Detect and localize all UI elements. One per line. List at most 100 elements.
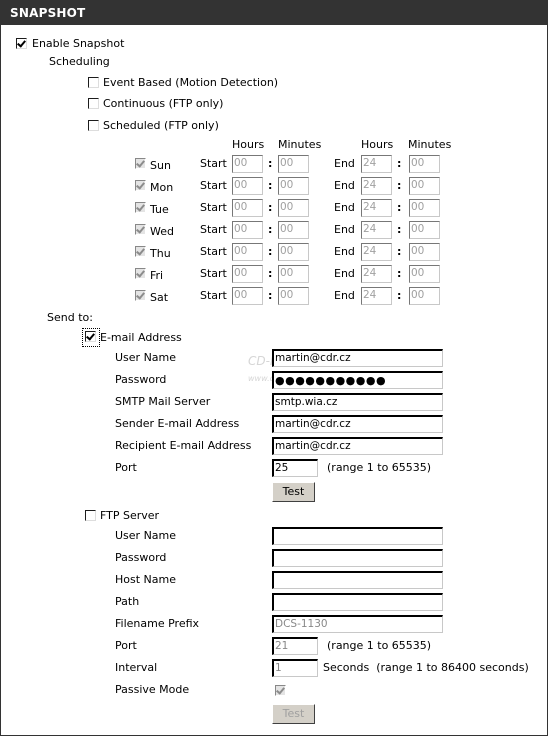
day-checkbox[interactable] — [135, 246, 146, 257]
ftp-interval-label: Interval — [115, 661, 158, 674]
email-port-input[interactable]: 25 — [272, 459, 318, 477]
ftp-port-hint: (range 1 to 65535) — [327, 639, 432, 652]
end-label: End — [334, 157, 355, 170]
ftp-passive-checkbox[interactable] — [275, 685, 286, 696]
ftp-port-label: Port — [115, 639, 137, 652]
end-hour-input[interactable]: 24 — [361, 265, 392, 283]
start-label: Start — [200, 201, 227, 214]
end-hour-input[interactable]: 24 — [361, 243, 392, 261]
day-checkbox[interactable] — [135, 180, 146, 191]
start-hour-input[interactable]: 00 — [232, 177, 263, 195]
smtp-server-input[interactable]: smtp.wia.cz — [272, 393, 443, 411]
end-hour-input[interactable]: 24 — [361, 287, 392, 305]
time-separator: : — [397, 179, 402, 192]
email-password-label: Password — [115, 373, 167, 386]
ftp-host-input[interactable] — [272, 571, 443, 589]
day-checkbox[interactable] — [135, 158, 146, 169]
email-username-label: User Name — [115, 351, 177, 364]
email-checkbox[interactable] — [85, 331, 96, 342]
time-separator: : — [397, 157, 402, 170]
end-minute-input[interactable]: 00 — [409, 265, 440, 283]
ftp-path-label: Path — [115, 595, 140, 608]
start-hours-header: Hours — [232, 138, 265, 151]
start-minute-input[interactable]: 00 — [278, 199, 309, 217]
start-label: Start — [200, 245, 227, 258]
ftp-test-button[interactable]: Test — [272, 704, 315, 724]
start-minute-input[interactable]: 00 — [278, 177, 309, 195]
scheduling-label: Scheduling — [49, 55, 110, 68]
time-separator: : — [268, 179, 273, 192]
email-label: E-mail Address — [100, 331, 182, 344]
end-label: End — [334, 223, 355, 236]
end-minute-input[interactable]: 00 — [409, 221, 440, 239]
ftp-label: FTP Server — [100, 509, 160, 522]
day-label: Tue — [150, 203, 169, 216]
start-hour-input[interactable]: 00 — [232, 155, 263, 173]
smtp-server-label: SMTP Mail Server — [115, 395, 211, 408]
start-label: Start — [200, 179, 227, 192]
end-minute-input[interactable]: 00 — [409, 177, 440, 195]
email-test-button[interactable]: Test — [272, 482, 315, 502]
end-label: End — [334, 201, 355, 214]
start-hour-input[interactable]: 00 — [232, 221, 263, 239]
time-separator: : — [397, 223, 402, 236]
ftp-path-input[interactable] — [272, 593, 443, 611]
continuous-checkbox[interactable] — [88, 98, 99, 109]
start-minute-input[interactable]: 00 — [278, 243, 309, 261]
day-label: Thu — [150, 247, 171, 260]
email-password-input[interactable]: ●●●●●●●●●●● — [272, 371, 443, 389]
scheduled-label: Scheduled (FTP only) — [103, 119, 219, 132]
start-minute-input[interactable]: 00 — [278, 155, 309, 173]
start-hour-input[interactable]: 00 — [232, 243, 263, 261]
time-separator: : — [268, 267, 273, 280]
email-username-input[interactable]: martin@cdr.cz — [272, 349, 443, 367]
day-label: Wed — [150, 225, 174, 238]
end-hour-input[interactable]: 24 — [361, 221, 392, 239]
day-checkbox[interactable] — [135, 268, 146, 279]
ftp-username-input[interactable] — [272, 527, 443, 545]
event-based-label: Event Based (Motion Detection) — [103, 76, 279, 89]
ftp-interval-input[interactable]: 1 — [272, 659, 318, 677]
end-minute-input[interactable]: 00 — [409, 199, 440, 217]
scheduled-checkbox[interactable] — [88, 120, 99, 131]
sender-email-input[interactable]: martin@cdr.cz — [272, 415, 443, 433]
enable-snapshot-checkbox[interactable] — [16, 38, 27, 49]
day-checkbox[interactable] — [135, 224, 146, 235]
send-to-label: Send to: — [47, 311, 93, 324]
day-label: Sat — [150, 291, 169, 304]
end-label: End — [334, 245, 355, 258]
start-minute-input[interactable]: 00 — [278, 221, 309, 239]
ftp-host-label: Host Name — [115, 573, 176, 586]
ftp-port-input[interactable]: 21 — [272, 637, 318, 655]
continuous-label: Continuous (FTP only) — [103, 97, 224, 110]
end-minute-input[interactable]: 00 — [409, 243, 440, 261]
start-hour-input[interactable]: 00 — [232, 199, 263, 217]
email-port-label: Port — [115, 461, 137, 474]
ftp-prefix-input[interactable]: DCS-1130 — [272, 615, 443, 633]
section-header: SNAPSHOT — [0, 0, 548, 25]
recipient-email-input[interactable]: martin@cdr.cz — [272, 437, 443, 455]
start-minute-input[interactable]: 00 — [278, 265, 309, 283]
ftp-prefix-label: Filename Prefix — [115, 617, 200, 630]
start-label: Start — [200, 223, 227, 236]
time-separator: : — [397, 201, 402, 214]
day-label: Mon — [150, 181, 174, 194]
start-hour-input[interactable]: 00 — [232, 265, 263, 283]
start-hour-input[interactable]: 00 — [232, 287, 263, 305]
end-hour-input[interactable]: 24 — [361, 155, 392, 173]
start-minute-input[interactable]: 00 — [278, 287, 309, 305]
sender-email-label: Sender E-mail Address — [115, 417, 240, 430]
event-based-checkbox[interactable] — [88, 77, 99, 88]
day-checkbox[interactable] — [135, 290, 146, 301]
enable-snapshot-label: Enable Snapshot — [32, 37, 125, 50]
end-hour-input[interactable]: 24 — [361, 199, 392, 217]
end-minute-input[interactable]: 00 — [409, 155, 440, 173]
ftp-password-input[interactable] — [272, 549, 443, 567]
ftp-checkbox[interactable] — [85, 510, 96, 521]
end-label: End — [334, 179, 355, 192]
day-checkbox[interactable] — [135, 202, 146, 213]
end-minute-input[interactable]: 00 — [409, 287, 440, 305]
ftp-interval-hint: Seconds (range 1 to 86400 seconds) — [323, 661, 529, 674]
time-separator: : — [397, 267, 402, 280]
end-hour-input[interactable]: 24 — [361, 177, 392, 195]
